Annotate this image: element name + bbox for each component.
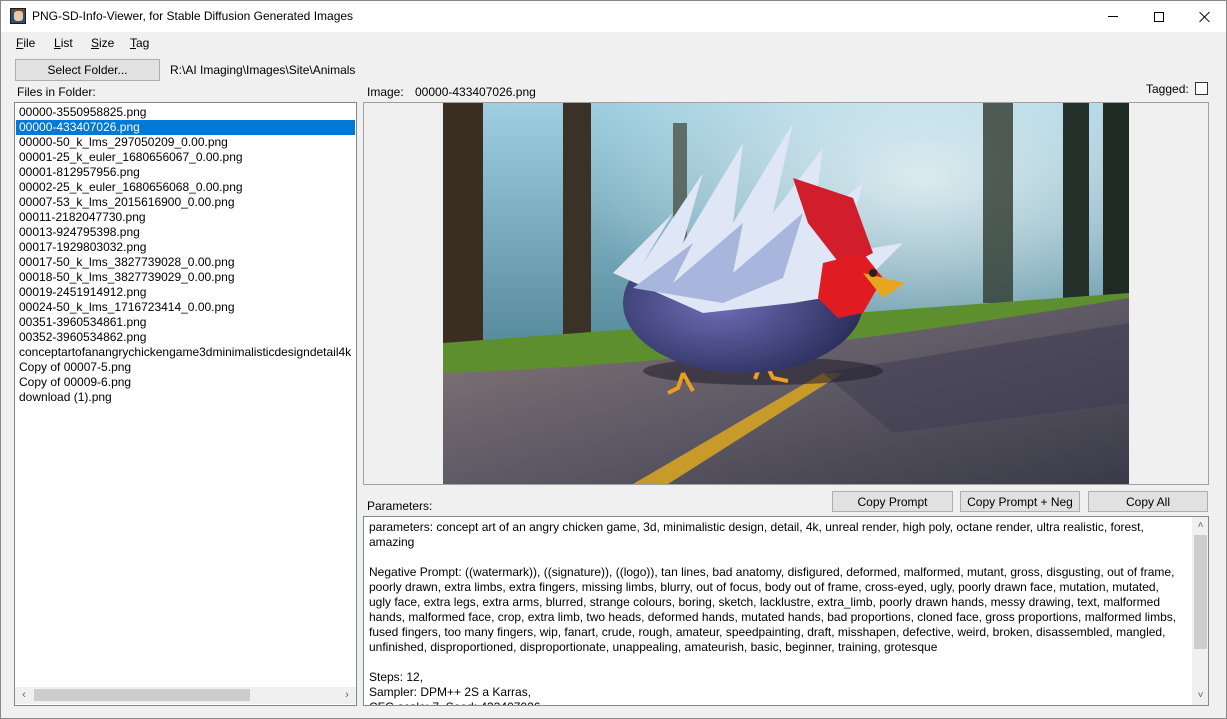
preview-image: [443, 103, 1129, 484]
select-folder-button[interactable]: Select Folder...: [15, 59, 160, 81]
file-list-item[interactable]: 00000-50_k_lms_297050209_0.00.png: [16, 135, 355, 150]
file-list-horizontal-scrollbar[interactable]: ‹ ›: [15, 687, 356, 704]
folder-path: R:\AI Imaging\Images\Site\Animals: [170, 63, 356, 77]
close-button[interactable]: [1182, 1, 1227, 32]
file-list-item[interactable]: download (1).png: [16, 390, 355, 405]
close-icon: [1199, 11, 1211, 23]
scroll-right-icon[interactable]: ›: [339, 689, 355, 702]
file-list-item[interactable]: 00001-25_k_euler_1680656067_0.00.png: [16, 150, 355, 165]
file-list-item[interactable]: 00019-2451914912.png: [16, 285, 355, 300]
copy-all-button[interactable]: Copy All: [1088, 491, 1208, 512]
image-panel: [363, 102, 1209, 485]
title-bar[interactable]: PNG-SD-Info-Viewer, for Stable Diffusion…: [1, 1, 1226, 32]
tagged-checkbox[interactable]: [1195, 82, 1208, 95]
file-list-item[interactable]: 00002-25_k_euler_1680656068_0.00.png: [16, 180, 355, 195]
scroll-left-icon[interactable]: ‹: [16, 689, 32, 702]
menu-tag-label: ag: [136, 36, 150, 50]
maximize-button[interactable]: [1136, 1, 1182, 32]
scroll-thumb[interactable]: [1194, 535, 1207, 649]
menu-size-label: ize: [99, 36, 115, 50]
parameters-textarea[interactable]: parameters: concept art of an angry chic…: [363, 516, 1209, 706]
app-window: PNG-SD-Info-Viewer, for Stable Diffusion…: [0, 0, 1227, 719]
file-list-item[interactable]: 00000-3550958825.png: [16, 105, 355, 120]
file-list-item[interactable]: 00007-53_k_lms_2015616900_0.00.png: [16, 195, 355, 210]
parameters-vertical-scrollbar[interactable]: ˄ ˅: [1192, 517, 1208, 705]
file-list-item[interactable]: 00018-50_k_lms_3827739029_0.00.png: [16, 270, 355, 285]
menu-bar: File List Size Tag: [1, 32, 1226, 54]
image-filename: 00000-433407026.png: [415, 85, 536, 99]
menu-list-label: ist: [60, 36, 73, 50]
parameters-text: parameters: concept art of an angry chic…: [369, 520, 1177, 705]
menu-list[interactable]: List: [54, 36, 73, 50]
minimize-button[interactable]: [1090, 1, 1136, 32]
file-list-item[interactable]: Copy of 00009-6.png: [16, 375, 355, 390]
file-list-item[interactable]: 00024-50_k_lms_1716723414_0.00.png: [16, 300, 355, 315]
scroll-down-icon[interactable]: ˅: [1194, 689, 1207, 703]
file-list-item[interactable]: 00000-433407026.png: [16, 120, 355, 135]
file-list-item[interactable]: 00352-3960534862.png: [16, 330, 355, 345]
file-list-item[interactable]: 00013-924795398.png: [16, 225, 355, 240]
file-list-item[interactable]: 00001-812957956.png: [16, 165, 355, 180]
file-list-item[interactable]: conceptartofanangrychickengame3dminimali…: [16, 345, 355, 360]
image-label: Image:: [367, 85, 404, 99]
minimize-icon: [1108, 16, 1118, 17]
tagged-label: Tagged:: [1146, 82, 1189, 96]
file-list-item[interactable]: 00017-50_k_lms_3827739028_0.00.png: [16, 255, 355, 270]
scroll-up-icon[interactable]: ˄: [1194, 519, 1207, 533]
app-icon: [10, 8, 26, 24]
menu-file-label: ile: [23, 36, 36, 50]
menu-size[interactable]: Size: [91, 36, 114, 50]
menu-list-mnemonic: L: [54, 36, 61, 50]
file-list-item[interactable]: 00017-1929803032.png: [16, 240, 355, 255]
menu-tag[interactable]: Tag: [130, 36, 149, 50]
menu-size-mnemonic: S: [91, 36, 100, 50]
file-list-item[interactable]: Copy of 00007-5.png: [16, 360, 355, 375]
maximize-icon: [1154, 11, 1164, 22]
scroll-thumb[interactable]: [34, 689, 250, 701]
copy-prompt-button[interactable]: Copy Prompt: [832, 491, 953, 512]
file-list-item[interactable]: 00351-3960534861.png: [16, 315, 355, 330]
parameters-label: Parameters:: [367, 499, 433, 513]
file-list[interactable]: 00000-3550958825.png 00000-433407026.png 0…: [14, 102, 357, 706]
files-label: Files in Folder:: [17, 85, 96, 99]
menu-file[interactable]: File: [16, 36, 35, 50]
window-title: PNG-SD-Info-Viewer, for Stable Diffusion…: [32, 9, 354, 23]
copy-prompt-neg-button[interactable]: Copy Prompt + Neg: [960, 491, 1080, 512]
file-list-item[interactable]: 00011-2182047730.png: [16, 210, 355, 225]
